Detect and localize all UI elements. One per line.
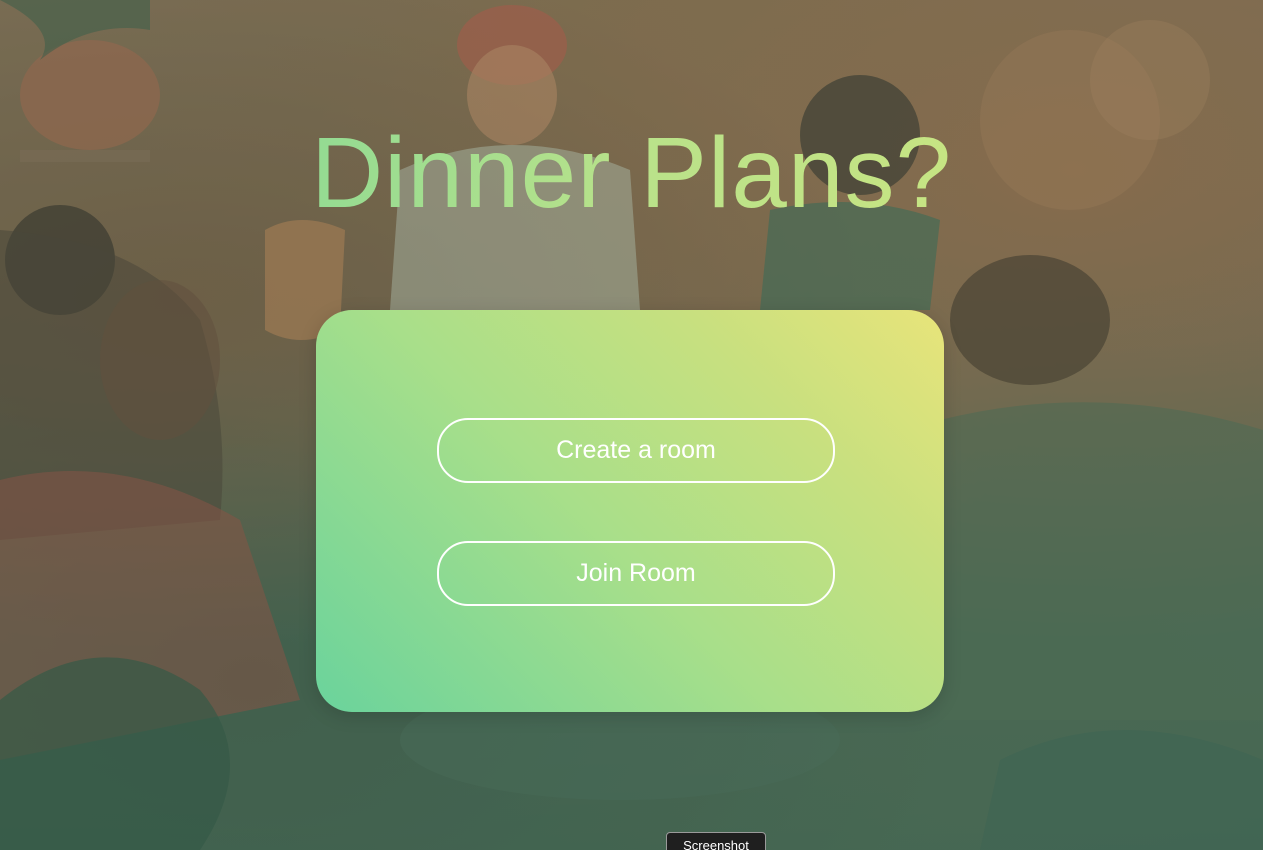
action-card: Create a room Join Room — [316, 310, 944, 712]
page-title: Dinner Plans? — [0, 118, 1263, 228]
screenshot-badge[interactable]: Screenshot — [666, 832, 766, 850]
join-room-button[interactable]: Join Room — [437, 541, 835, 606]
create-room-button[interactable]: Create a room — [437, 418, 835, 483]
landing-page: Dinner Plans? Create a room Join Room Sc… — [0, 0, 1263, 850]
